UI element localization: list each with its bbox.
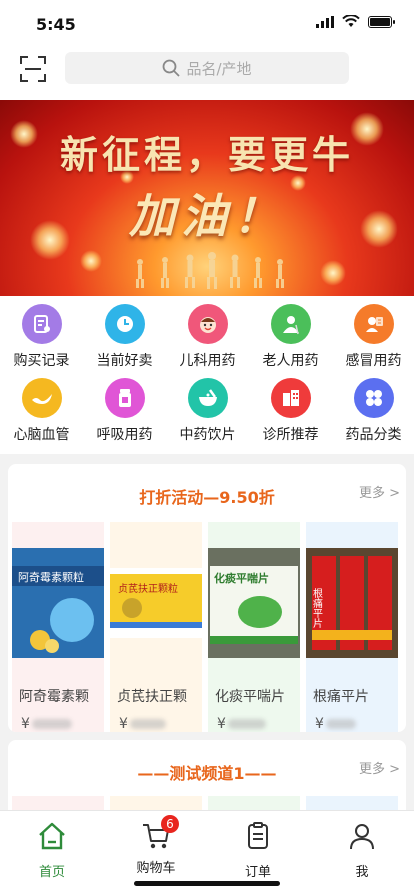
cart-badge: 6 [161,815,179,833]
tab-label: 购物车 [136,861,176,876]
banner-title: 新征程，要更牛 [59,132,354,177]
category-label: 呼吸用药 [96,427,153,443]
product-image: 根痛平片 [306,548,398,658]
discount-section-title: 打折活动—9.50折 [139,488,275,507]
category-respiratory[interactable]: 呼吸用药 [83,370,166,444]
mortar-icon [187,378,228,418]
category-label: 老人用药 [262,353,319,369]
product-card[interactable]: 阿奇霉素颗粒 阿奇霉素颗 ¥ [12,522,104,732]
grid-icon [353,378,394,418]
category-label: 当前好卖 [96,353,153,369]
elder-icon [270,304,311,344]
user-icon [350,824,374,850]
product-image: 阿奇霉素颗粒 [12,548,104,658]
category-elderly[interactable]: 老人用药 [249,296,332,370]
tab-label: 我 [355,865,369,880]
more-link[interactable]: 更多 > [359,482,400,501]
category-purchase-record[interactable]: 购买记录 [0,296,83,370]
product-card[interactable]: 化痰平喘片 化痰平喘片 ¥ [208,522,300,732]
tab-orders[interactable]: 订单 [218,821,298,880]
signal-icon [316,15,334,28]
status-bar: 5:45 [0,0,414,44]
product-image: 化痰平喘片 [208,548,300,658]
tab-me[interactable]: 我 [322,821,402,880]
product-price: ¥ [119,716,166,732]
runners-illustration [136,252,284,289]
clinic-icon [270,378,311,418]
product-package-label: 贞芪扶正颗粒 [118,582,178,595]
category-all-drugs[interactable]: 药品分类 [332,370,414,444]
discount-section: 打折活动—9.50折 更多 > 阿奇霉素颗粒 阿奇霉素颗 ¥ 贞芪扶正颗粒 贞芪… [8,464,406,732]
test-channel-title: ——测试频道1—— [137,764,277,783]
tab-label: 首页 [38,865,65,880]
search-input[interactable]: 品名/产地 [65,52,349,84]
search-icon [163,59,181,77]
clock-icon [104,304,145,344]
test-channel-section: ——测试频道1—— 更多 > [8,740,406,820]
home-icon [39,822,65,850]
category-cold[interactable]: 感冒用药 [332,296,414,370]
wifi-icon [342,15,360,27]
product-name: 化痰平喘片 [215,689,285,705]
tab-cart[interactable]: 6 购物车 [116,815,196,876]
category-hot-selling[interactable]: 当前好卖 [83,296,166,370]
status-icons [316,15,395,28]
product-price: ¥ [315,716,356,732]
product-package-label: 化痰平喘片 [214,571,269,585]
product-name: 阿奇霉素颗 [19,689,89,705]
product-name: 贞芪扶正颗 [117,689,187,705]
more-link[interactable]: 更多 > [359,758,400,777]
tab-label: 订单 [244,865,271,880]
product-price: ¥ [217,716,266,732]
record-icon [21,304,62,344]
category-label: 药品分类 [345,427,402,443]
banner-subtitle: 加油！ [129,189,285,243]
category-pediatric[interactable]: 儿科用药 [166,296,249,370]
promo-banner[interactable]: 新征程，要更牛 加油！ [0,100,414,296]
category-label: 诊所推荐 [262,427,319,443]
search-placeholder: 品名/产地 [186,59,252,78]
category-cardio[interactable]: 心脑血管 [0,370,83,444]
category-grid: 购买记录 当前好卖 儿科用药 老人用药 感冒用药 心脑血管 呼吸用药 中药饮片 … [0,296,414,454]
category-label: 感冒用药 [345,353,402,369]
heart-brain-icon [21,378,62,418]
category-clinic[interactable]: 诊所推荐 [249,370,332,444]
category-herbal[interactable]: 中药饮片 [166,370,249,444]
category-label: 购买记录 [13,353,70,369]
cold-icon [353,304,394,344]
app-screen: 5:45 品名/产地 新征程，要更牛 加油！ 购买记录 当前好卖 儿科用药 老人… [0,0,414,896]
scan-icon[interactable] [20,56,46,82]
home-indicator [134,881,280,886]
child-face-icon [187,304,228,344]
product-image: 贞芪扶正颗粒 [110,568,202,638]
product-price: ¥ [21,716,72,732]
header: 品名/产地 [0,44,414,100]
battery-icon [368,15,395,28]
category-label: 心脑血管 [13,427,70,443]
tab-home[interactable]: 首页 [12,821,92,880]
product-package-label: 阿奇霉素颗粒 [18,570,84,584]
product-card[interactable]: 贞芪扶正颗粒 贞芪扶正颗 ¥ [110,522,202,732]
category-label: 中药饮片 [179,427,236,443]
category-label: 儿科用药 [179,353,236,369]
product-package-label: 根痛平片 [311,587,323,629]
product-card[interactable]: 根痛平片 根痛平片 ¥ [306,522,398,732]
order-icon [248,822,268,849]
product-name: 根痛平片 [313,689,369,705]
status-time: 5:45 [36,15,76,34]
inhaler-icon [104,378,145,418]
